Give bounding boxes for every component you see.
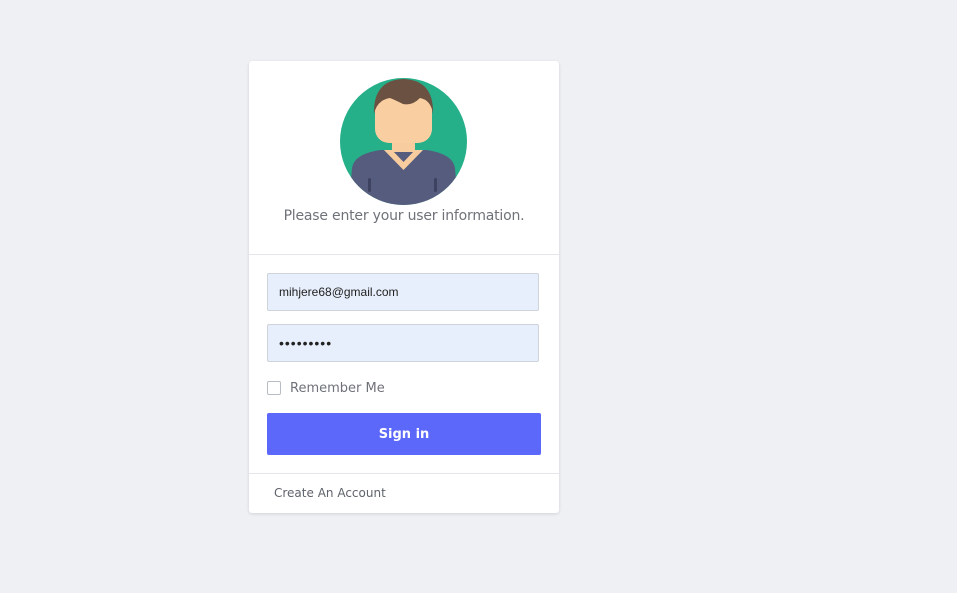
create-account-link[interactable]: Create An Account [274, 486, 386, 500]
user-avatar-icon [340, 78, 467, 205]
remember-me-label[interactable]: Remember Me [290, 381, 385, 396]
remember-me-row[interactable]: Remember Me [267, 380, 385, 396]
login-card-footer: Create An Account [249, 473, 559, 514]
login-subtitle: Please enter your user information. [283, 208, 525, 224]
email-field[interactable] [267, 273, 539, 311]
password-field[interactable] [267, 324, 539, 362]
login-card: Please enter your user information. Reme… [249, 61, 559, 513]
sign-in-button[interactable]: Sign in [267, 413, 541, 455]
remember-me-checkbox[interactable] [267, 381, 281, 395]
login-card-header: Please enter your user information. [249, 61, 559, 255]
